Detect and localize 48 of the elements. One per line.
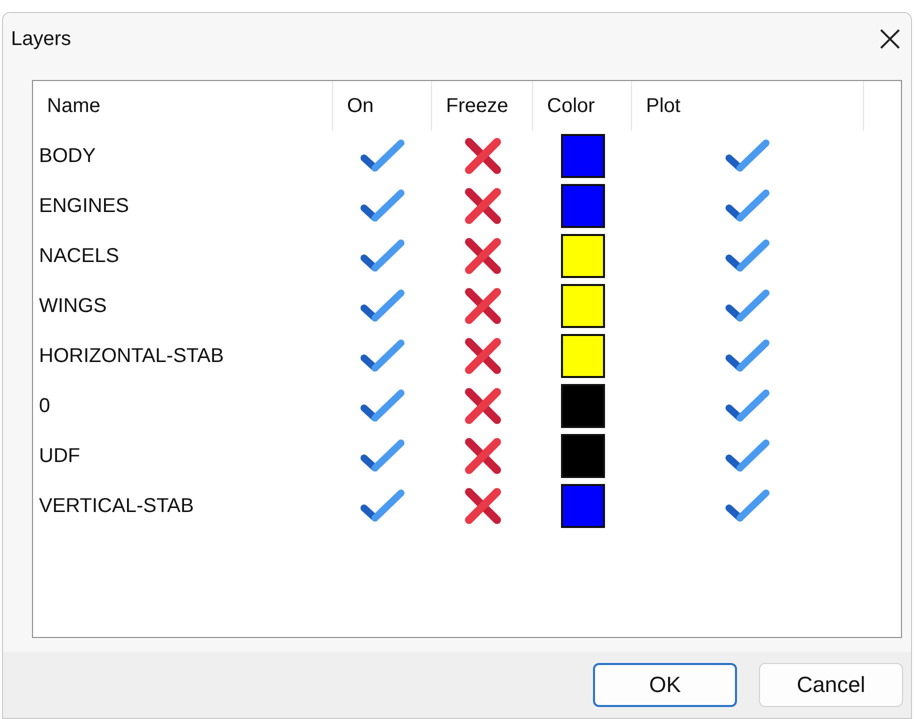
checkmark-icon[interactable] [725, 288, 771, 324]
checkmark-icon[interactable] [360, 238, 406, 274]
checkmark-icon[interactable] [360, 138, 406, 174]
layer-name: VERTICAL-STAB [38, 494, 195, 518]
cross-icon[interactable] [464, 337, 502, 375]
checkmark-icon[interactable] [360, 388, 406, 424]
layer-name: WINGS [38, 294, 108, 318]
cross-icon[interactable] [464, 437, 502, 475]
checkmark-icon[interactable] [725, 238, 771, 274]
cross-icon[interactable] [464, 387, 502, 425]
checkmark-icon[interactable] [725, 388, 771, 424]
layer-name: NACELS [38, 244, 120, 268]
checkmark-icon[interactable] [360, 488, 406, 524]
color-swatch[interactable] [560, 184, 604, 228]
checkmark-icon[interactable] [725, 438, 771, 474]
color-swatch[interactable] [560, 434, 604, 478]
cross-icon[interactable] [464, 237, 502, 275]
column-header[interactable]: Name [33, 81, 333, 131]
column-header[interactable]: Plot [632, 81, 864, 131]
layer-name: 0 [38, 394, 52, 418]
window-title: Layers [11, 28, 72, 50]
checkmark-icon[interactable] [725, 338, 771, 374]
cancel-button[interactable]: Cancel [759, 663, 903, 707]
cross-icon[interactable] [464, 187, 502, 225]
cross-icon[interactable] [464, 487, 502, 525]
layer-name: ENGINES [38, 194, 130, 218]
column-header[interactable]: Color [533, 81, 632, 131]
checkmark-icon[interactable] [725, 488, 771, 524]
checkmark-icon[interactable] [360, 438, 406, 474]
layer-name: BODY [38, 144, 97, 168]
cross-icon[interactable] [464, 137, 502, 175]
checkmark-icon[interactable] [725, 188, 771, 224]
cross-icon[interactable] [464, 287, 502, 325]
color-swatch[interactable] [560, 484, 604, 528]
checkmark-icon[interactable] [360, 188, 406, 224]
checkmark-icon[interactable] [360, 288, 406, 324]
checkmark-icon[interactable] [725, 138, 771, 174]
layer-name: UDF [38, 444, 82, 468]
color-swatch[interactable] [560, 134, 604, 178]
ok-button[interactable]: OK [593, 663, 737, 707]
layer-name: HORIZONTAL-STAB [38, 344, 225, 368]
color-swatch[interactable] [560, 284, 604, 328]
column-header[interactable]: On [333, 81, 432, 131]
color-swatch[interactable] [560, 334, 604, 378]
column-header[interactable]: Freeze [432, 81, 533, 131]
checkmark-icon[interactable] [360, 338, 406, 374]
color-swatch[interactable] [560, 234, 604, 278]
color-swatch[interactable] [560, 384, 604, 428]
